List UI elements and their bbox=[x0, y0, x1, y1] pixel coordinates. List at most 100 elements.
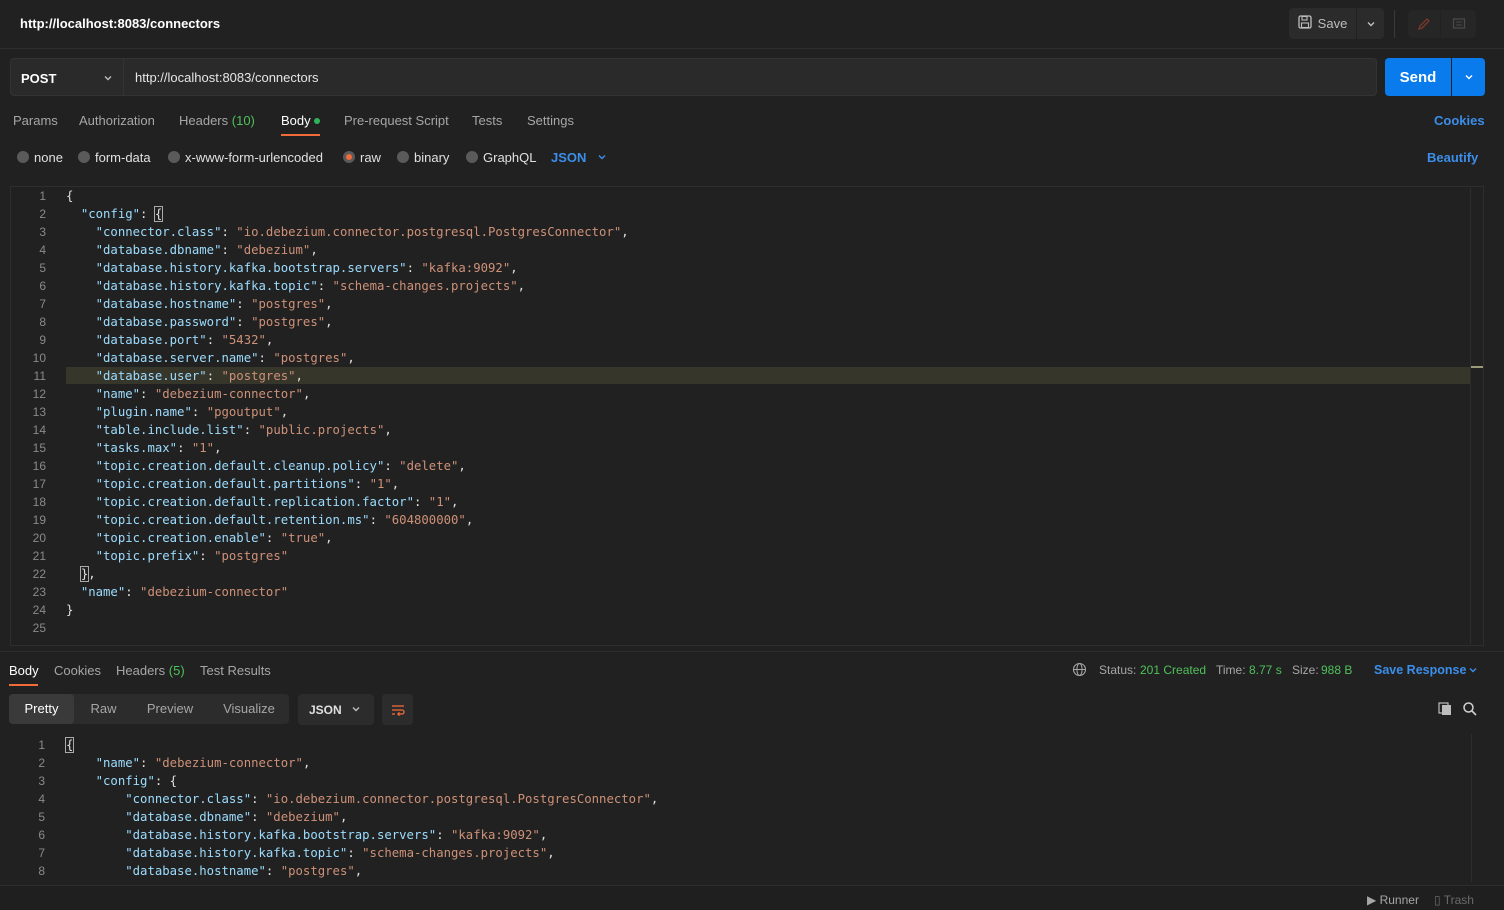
code-line: "database.password": "postgres", bbox=[95, 315, 333, 329]
code-line: { bbox=[66, 189, 74, 203]
line-number: 5 bbox=[38, 810, 45, 824]
radio-form-data-label[interactable]: form-data bbox=[95, 150, 151, 165]
code-line: "database.history.kafka.topic": "schema-… bbox=[95, 279, 526, 293]
line-number: 19 bbox=[32, 513, 46, 527]
status-value[interactable]: 201 Created bbox=[1140, 663, 1206, 677]
response-scrollbar[interactable] bbox=[1471, 734, 1486, 882]
chevron-down-icon[interactable] bbox=[1468, 665, 1478, 675]
request-tab-title[interactable]: http://localhost:8083/connectors bbox=[20, 16, 220, 31]
line-number: 18 bbox=[32, 495, 46, 509]
code-line: "config": { bbox=[80, 206, 164, 222]
tab-authorization[interactable]: Authorization bbox=[79, 113, 155, 128]
view-raw[interactable]: Raw bbox=[76, 694, 131, 724]
code-line: "table.include.list": "public.projects", bbox=[95, 423, 392, 437]
code-line: "connector.class": "io.debezium.connecto… bbox=[125, 792, 659, 806]
code-line: "connector.class": "io.debezium.connecto… bbox=[95, 225, 629, 239]
tab-body[interactable]: Body bbox=[281, 113, 311, 128]
tab-tests[interactable]: Tests bbox=[472, 113, 502, 128]
line-number: 24 bbox=[32, 603, 46, 617]
response-tab-test-results[interactable]: Test Results bbox=[200, 663, 271, 678]
view-pretty[interactable]: Pretty bbox=[9, 694, 74, 724]
code-line: "name": "debezium-connector", bbox=[95, 756, 311, 770]
radio-graphql[interactable] bbox=[466, 151, 478, 163]
code-line: "database.server.name": "postgres", bbox=[95, 351, 355, 365]
radio-raw-label[interactable]: raw bbox=[360, 150, 381, 165]
top-bar bbox=[0, 0, 1504, 49]
editor-scrollbar[interactable] bbox=[1470, 188, 1485, 644]
send-options-button[interactable] bbox=[1452, 58, 1485, 96]
response-tab-cookies[interactable]: Cookies bbox=[54, 663, 101, 678]
code-line: "name": "debezium-connector", bbox=[95, 387, 311, 401]
radio-urlencoded-label[interactable]: x-www-form-urlencoded bbox=[185, 150, 323, 165]
tab-params[interactable]: Params bbox=[13, 113, 58, 128]
response-tab-headers[interactable]: Headers (5) bbox=[116, 663, 185, 678]
chevron-down-icon[interactable] bbox=[597, 152, 607, 162]
status-label: Status: bbox=[1099, 663, 1137, 677]
code-line: "database.hostname": "postgres", bbox=[125, 864, 363, 878]
view-visualize[interactable]: Visualize bbox=[212, 694, 286, 724]
size-value[interactable]: 988 B bbox=[1321, 663, 1352, 677]
save-button[interactable]: Save bbox=[1289, 8, 1356, 39]
code-line: "topic.creation.default.cleanup.policy":… bbox=[95, 459, 466, 473]
copy-icon[interactable] bbox=[1437, 701, 1453, 717]
tab-settings[interactable]: Settings bbox=[527, 113, 574, 128]
method-select[interactable]: POST bbox=[10, 58, 124, 96]
radio-graphql-label[interactable]: GraphQL bbox=[483, 150, 536, 165]
search-icon[interactable] bbox=[1462, 701, 1478, 717]
radio-binary[interactable] bbox=[397, 151, 409, 163]
response-tab-body[interactable]: Body bbox=[9, 663, 39, 678]
code-line: "database.history.kafka.bootstrap.server… bbox=[125, 828, 548, 842]
code-line: "topic.creation.default.partitions": "1"… bbox=[95, 477, 400, 491]
response-format-label: JSON bbox=[309, 703, 342, 717]
response-divider[interactable] bbox=[0, 651, 1504, 652]
code-line: "database.history.kafka.topic": "schema-… bbox=[125, 846, 555, 860]
line-number: 7 bbox=[39, 297, 46, 311]
body-modified-dot bbox=[314, 118, 320, 124]
radio-none[interactable] bbox=[17, 151, 29, 163]
line-number: 8 bbox=[38, 864, 45, 878]
raw-format-select[interactable]: JSON bbox=[551, 150, 586, 165]
radio-binary-label[interactable]: binary bbox=[414, 150, 449, 165]
active-tab-indicator bbox=[9, 684, 38, 686]
wrap-lines-button[interactable] bbox=[382, 694, 413, 725]
comments-button[interactable] bbox=[1441, 10, 1476, 38]
view-preview[interactable]: Preview bbox=[135, 694, 205, 724]
line-number: 13 bbox=[32, 405, 46, 419]
globe-icon[interactable] bbox=[1072, 662, 1087, 677]
beautify-button[interactable]: Beautify bbox=[1427, 150, 1478, 165]
chevron-down-icon bbox=[1367, 21, 1374, 26]
line-number: 4 bbox=[38, 792, 45, 806]
line-number: 16 bbox=[32, 459, 46, 473]
line-number: 3 bbox=[38, 774, 45, 788]
scrollbar-cursor-marker bbox=[1471, 366, 1483, 368]
code-line: { bbox=[64, 737, 75, 753]
line-number: 14 bbox=[32, 423, 46, 437]
line-number: 17 bbox=[32, 477, 46, 491]
active-tab-indicator bbox=[281, 134, 320, 136]
code-line: "topic.creation.default.replication.fact… bbox=[95, 495, 459, 509]
radio-form-data[interactable] bbox=[78, 151, 90, 163]
line-number: 3 bbox=[39, 225, 46, 239]
save-options-button[interactable] bbox=[1357, 8, 1384, 39]
url-input[interactable] bbox=[124, 58, 1377, 96]
radio-urlencoded[interactable] bbox=[168, 151, 180, 163]
time-value[interactable]: 8.77 s bbox=[1249, 663, 1282, 677]
save-response-button[interactable]: Save Response bbox=[1374, 663, 1466, 677]
send-button[interactable]: Send bbox=[1385, 58, 1451, 96]
edit-button[interactable] bbox=[1408, 10, 1440, 38]
code-line: "plugin.name": "pgoutput", bbox=[95, 405, 289, 419]
radio-none-label[interactable]: none bbox=[34, 150, 63, 165]
response-tab-headers-label: Headers bbox=[116, 663, 166, 678]
radio-raw[interactable] bbox=[343, 151, 355, 163]
cookies-link[interactable]: Cookies bbox=[1434, 113, 1485, 128]
line-number: 23 bbox=[32, 585, 46, 599]
trash-button[interactable]: ▯ Trash bbox=[1434, 893, 1474, 907]
runner-button[interactable]: ▶ Runner bbox=[1367, 893, 1419, 907]
method-label: POST bbox=[21, 71, 57, 86]
time-label: Time: bbox=[1216, 663, 1246, 677]
tab-headers[interactable]: Headers (10) bbox=[179, 113, 255, 128]
tab-headers-count: (10) bbox=[231, 113, 255, 128]
tab-pre-request-script[interactable]: Pre-request Script bbox=[344, 113, 449, 128]
size-label: Size: bbox=[1292, 663, 1319, 677]
line-number: 5 bbox=[39, 261, 46, 275]
